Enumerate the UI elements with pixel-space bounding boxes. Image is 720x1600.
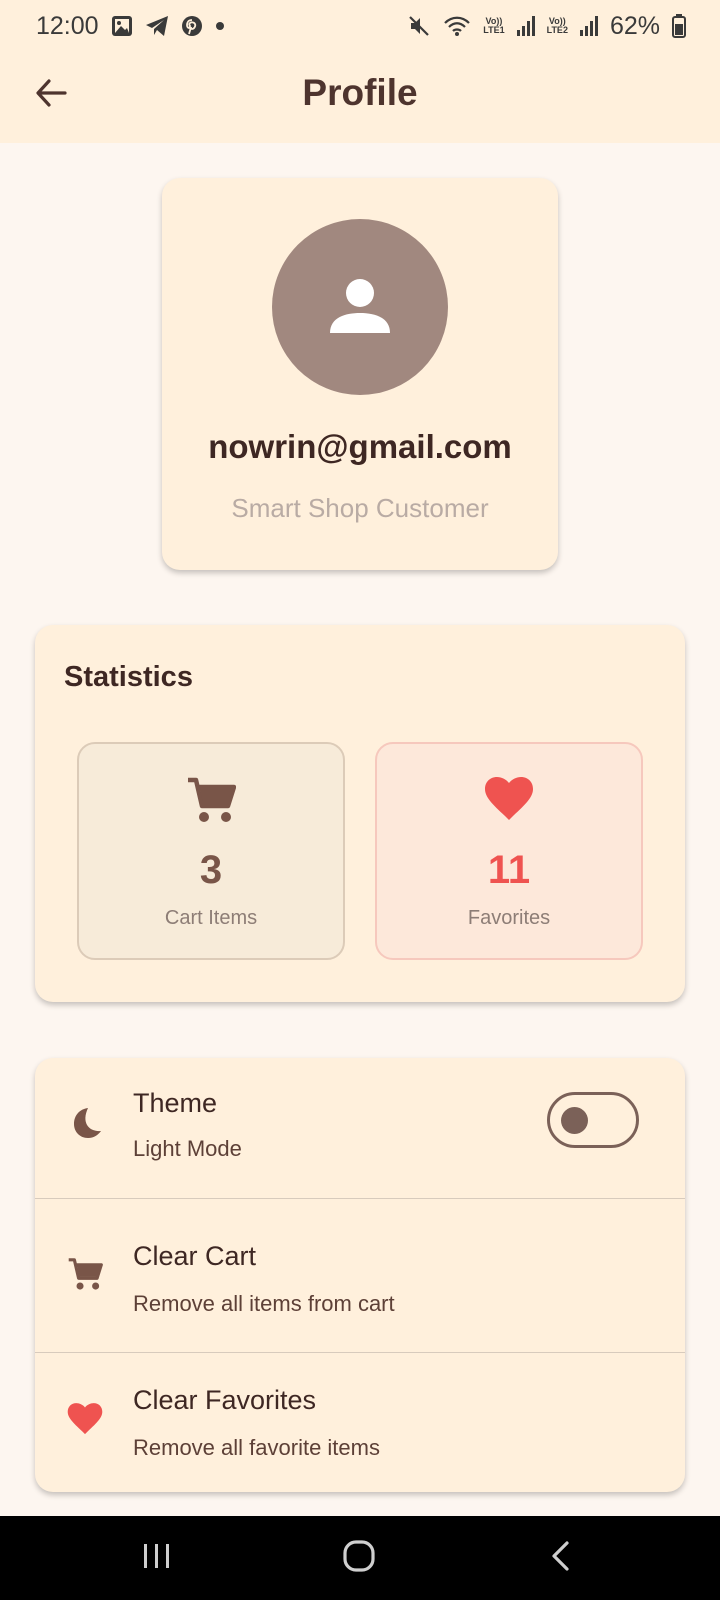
status-bar-right: Vo)) LTE1 Vo)) LTE2 62% [407,12,686,41]
recent-apps-icon [142,1542,172,1575]
telegram-icon [145,15,169,37]
signal-bars-icon [516,16,535,36]
person-icon [328,273,392,342]
battery-icon [672,14,686,38]
app-bar: Profile [0,52,720,143]
theme-title: Theme [133,1088,218,1118]
status-time: 12:00 [36,11,99,40]
gallery-icon [111,15,133,37]
statistics-title: Statistics [64,661,193,693]
theme-subtitle: Light Mode [133,1136,242,1161]
avatar [272,219,448,395]
signal-bars-icon [579,16,598,36]
clear-favorites-row[interactable]: Clear Favorites Remove all favorite item… [35,1352,685,1492]
system-back-button[interactable] [530,1536,590,1580]
stat-cart-label: Cart Items [164,907,258,929]
page-title: Profile [302,72,418,113]
cart-icon [65,1254,105,1294]
moon-icon [65,1103,105,1143]
toggle-knob [561,1107,588,1134]
wifi-icon [443,15,471,37]
profile-role: Smart Shop Customer [231,493,489,523]
clear-cart-row[interactable]: Clear Cart Remove all items from cart [35,1198,685,1352]
notification-dot-icon [215,21,225,31]
pinterest-icon [181,15,203,37]
statistics-card: Statistics 3 Cart Items 11 Favorites [35,625,685,1002]
status-bar: 12:00 Vo)) LTE1 Vo)) LTE2 62% [0,0,720,52]
stat-favorites-value: 11 [487,848,531,892]
signal-sim1: Vo)) LTE1 [483,16,505,35]
profile-card: nowrin@gmail.com Smart Shop Customer [162,178,558,570]
stat-cart-items: 3 Cart Items [77,742,345,960]
chevron-left-icon [549,1540,571,1577]
clear-cart-title: Clear Cart [133,1241,257,1271]
home-button[interactable] [329,1536,389,1580]
home-icon [342,1539,376,1578]
heart-icon [65,1399,105,1439]
stat-favorites: 11 Favorites [375,742,643,960]
cart-icon [79,776,343,824]
stat-favorites-label: Favorites [467,907,551,929]
status-bar-left: 12:00 [36,12,225,41]
theme-row[interactable]: Theme Light Mode [35,1058,685,1198]
battery-percent: 62% [609,11,660,40]
clear-favorites-title: Clear Favorites [133,1385,317,1415]
recent-apps-button[interactable] [127,1536,187,1580]
clear-favorites-subtitle: Remove all favorite items [133,1435,380,1460]
settings-card: Theme Light Mode Clear Cart Remove all i… [35,1058,685,1492]
signal-sim2: Vo)) LTE2 [546,16,568,35]
theme-toggle[interactable] [547,1092,639,1148]
clear-cart-subtitle: Remove all items from cart [133,1291,395,1316]
profile-email: nowrin@gmail.com [208,428,512,465]
heart-icon [377,776,641,822]
system-nav-bar [0,1516,720,1600]
mute-icon [407,14,431,38]
stat-cart-value: 3 [199,848,223,892]
